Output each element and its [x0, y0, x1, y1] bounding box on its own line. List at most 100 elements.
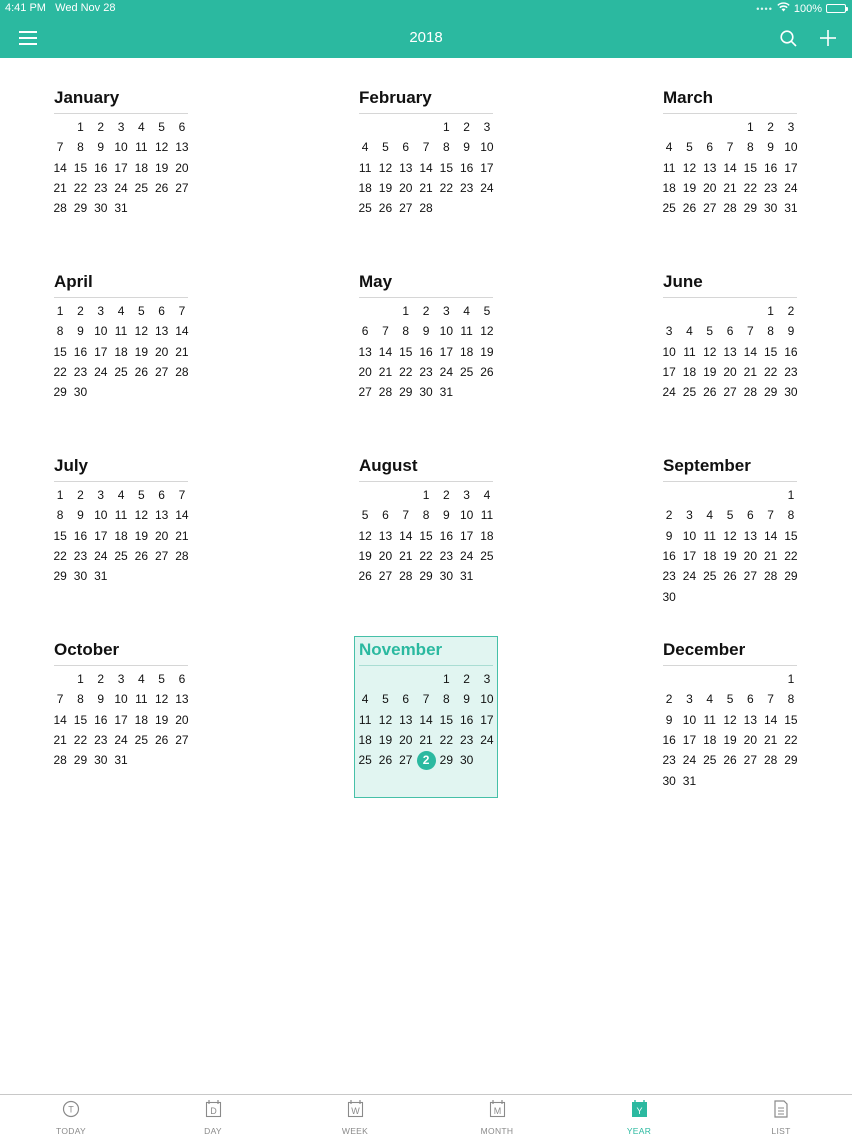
day-cell[interactable]: 13 [720, 342, 740, 362]
day-cell[interactable]: 20 [700, 178, 720, 198]
day-cell[interactable]: 3 [111, 117, 131, 137]
day-cell[interactable]: 27 [396, 198, 416, 218]
day-cell[interactable]: 7 [172, 485, 192, 505]
day-cell[interactable]: 2 [70, 301, 90, 321]
day-cell[interactable]: 15 [50, 342, 70, 362]
day-cell[interactable]: 9 [70, 321, 90, 341]
day-cell[interactable]: 24 [659, 382, 679, 402]
day-cell[interactable]: 27 [700, 198, 720, 218]
day-cell[interactable]: 6 [396, 137, 416, 157]
day-cell[interactable]: 7 [416, 137, 436, 157]
day-cell[interactable]: 18 [456, 342, 476, 362]
day-cell[interactable]: 12 [720, 526, 740, 546]
day-cell[interactable]: 1 [781, 485, 801, 505]
day-cell[interactable]: 27 [740, 566, 760, 586]
day-cell[interactable]: 1 [416, 485, 436, 505]
day-cell[interactable]: 28 [720, 198, 740, 218]
day-cell[interactable]: 8 [416, 505, 436, 525]
day-cell[interactable]: 20 [172, 158, 192, 178]
day-cell[interactable]: 29 [781, 750, 801, 770]
day-cell[interactable]: 30 [70, 566, 90, 586]
search-button[interactable] [774, 25, 802, 51]
day-cell[interactable]: 31 [111, 750, 131, 770]
day-cell[interactable]: 30 [436, 566, 456, 586]
day-cell[interactable]: 18 [679, 362, 699, 382]
day-cell[interactable]: 17 [111, 158, 131, 178]
day-cell[interactable]: 8 [50, 321, 70, 341]
day-cell[interactable]: 15 [416, 526, 436, 546]
day-cell[interactable]: 4 [111, 485, 131, 505]
day-cell[interactable]: 3 [91, 485, 111, 505]
day-cell[interactable]: 10 [679, 526, 699, 546]
day-cell[interactable]: 21 [760, 730, 780, 750]
day-cell[interactable]: 14 [396, 526, 416, 546]
day-cell[interactable]: 3 [111, 669, 131, 689]
day-cell[interactable]: 31 [111, 198, 131, 218]
day-cell[interactable]: 23 [91, 730, 111, 750]
day-cell[interactable]: 13 [740, 710, 760, 730]
day-cell[interactable]: 3 [91, 301, 111, 321]
day-cell[interactable]: 6 [172, 117, 192, 137]
day-cell[interactable]: 22 [781, 546, 801, 566]
day-cell[interactable]: 29 [50, 382, 70, 402]
day-cell[interactable]: 18 [131, 158, 151, 178]
day-cell[interactable]: 10 [91, 321, 111, 341]
day-cell[interactable]: 8 [70, 137, 90, 157]
day-cell[interactable]: 20 [151, 342, 171, 362]
day-cell[interactable]: 31 [91, 566, 111, 586]
day-cell[interactable]: 23 [760, 178, 780, 198]
day-cell[interactable]: 10 [111, 689, 131, 709]
tab-day[interactable]: D DAY [142, 1095, 284, 1137]
day-cell[interactable]: 25 [456, 362, 476, 382]
day-cell[interactable]: 27 [151, 362, 171, 382]
day-cell[interactable]: 11 [355, 158, 375, 178]
day-cell[interactable]: 21 [50, 730, 70, 750]
day-cell[interactable]: 7 [416, 689, 436, 709]
day-cell[interactable]: 25 [700, 566, 720, 586]
day-cell[interactable]: 21 [50, 178, 70, 198]
month-december[interactable]: December 1 2 3 4 5 6 7 8 9 10 11 12 13 14 15 16 17 18 19 20 2… [662, 640, 803, 790]
day-cell[interactable]: 13 [151, 505, 171, 525]
day-cell[interactable]: 22 [50, 546, 70, 566]
day-cell[interactable]: 22 [70, 730, 90, 750]
day-cell[interactable]: 31 [456, 566, 476, 586]
month-september[interactable]: September 1 2 3 4 5 6 7 8 9 10 11 12 13 14 15 16 17 18 19 20… [662, 456, 803, 606]
tab-week[interactable]: W WEEK [284, 1095, 426, 1137]
day-cell[interactable]: 30 [781, 382, 801, 402]
day-cell[interactable]: 19 [700, 362, 720, 382]
day-cell[interactable]: 30 [91, 750, 111, 770]
day-cell[interactable]: 16 [456, 710, 476, 730]
day-cell[interactable]: 13 [740, 526, 760, 546]
day-cell[interactable]: 13 [375, 526, 395, 546]
day-cell[interactable]: 13 [151, 321, 171, 341]
day-cell[interactable]: 17 [91, 526, 111, 546]
month-october[interactable]: October 1 2 3 4 5 6 7 8 9 10 11 12 13 14 15 16 17 18 19 20 21… [53, 640, 194, 790]
day-cell[interactable]: 1 [781, 669, 801, 689]
day-cell[interactable]: 14 [172, 321, 192, 341]
day-cell[interactable]: 7 [720, 137, 740, 157]
day-cell[interactable]: 25 [355, 750, 375, 770]
day-cell[interactable]: 3 [679, 505, 699, 525]
day-cell[interactable]: 26 [375, 750, 395, 770]
day-cell[interactable]: 1 [50, 485, 70, 505]
day-cell[interactable]: 4 [659, 137, 679, 157]
day-cell[interactable]: 23 [70, 362, 90, 382]
day-cell[interactable]: 14 [172, 505, 192, 525]
day-cell[interactable]: 29 [760, 382, 780, 402]
day-cell[interactable]: 14 [416, 158, 436, 178]
day-cell[interactable]: 1 [70, 669, 90, 689]
day-cell[interactable]: 6 [151, 485, 171, 505]
day-cell[interactable]: 26 [720, 750, 740, 770]
day-cell[interactable]: 26 [131, 362, 151, 382]
day-cell[interactable]: 2 [760, 117, 780, 137]
month-february[interactable]: February 1 2 3 4 5 6 7 8 9 10 11 12 13 14 15 16 17 18 19 20 2… [358, 88, 499, 238]
day-cell[interactable]: 15 [70, 710, 90, 730]
day-cell[interactable]: 24 [781, 178, 801, 198]
day-cell[interactable]: 8 [781, 689, 801, 709]
day-cell[interactable]: 11 [355, 710, 375, 730]
day-cell[interactable]: 12 [700, 342, 720, 362]
day-cell[interactable]: 10 [91, 505, 111, 525]
day-cell[interactable]: 30 [416, 382, 436, 402]
day-cell[interactable]: 2 [91, 669, 111, 689]
day-cell[interactable]: 30 [659, 586, 679, 606]
